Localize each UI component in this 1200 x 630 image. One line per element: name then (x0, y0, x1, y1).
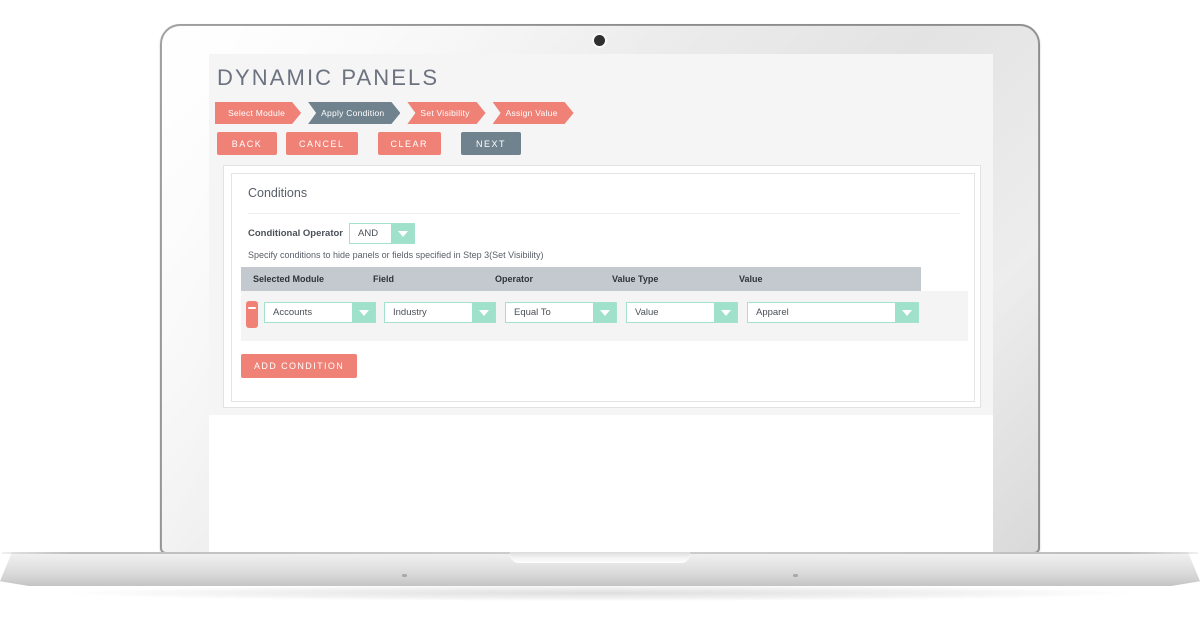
remove-condition-button[interactable] (246, 301, 258, 328)
action-button-row: BACK CANCEL CLEAR NEXT (217, 132, 530, 155)
column-header-value: Value (739, 274, 763, 284)
conditions-table-header: Selected Module Field Operator Value Typ… (241, 267, 921, 291)
selected-module-value: Accounts (273, 307, 313, 318)
divider (248, 213, 960, 214)
cancel-button[interactable]: CANCEL (286, 132, 358, 155)
laptop-mockup: DYNAMIC PANELS Select Module Apply Condi… (0, 0, 1200, 630)
value-type-select[interactable]: Value (626, 302, 738, 323)
column-header-value-type: Value Type (612, 274, 659, 284)
chevron-down-icon[interactable] (352, 303, 375, 322)
step-set-visibility[interactable]: Set Visibility (407, 102, 485, 124)
step-apply-condition[interactable]: Apply Condition (308, 102, 400, 124)
add-condition-button[interactable]: ADD CONDITION (241, 354, 358, 378)
page-title: DYNAMIC PANELS (217, 65, 440, 90)
value-type-value: Value (635, 307, 659, 318)
conditional-operator-row: Conditional Operator AND (248, 223, 415, 244)
field-select[interactable]: Industry (384, 302, 496, 323)
conditional-operator-value: AND (358, 228, 379, 239)
laptop-trackpad-notch (510, 552, 690, 563)
helper-text: Specify conditions to hide panels or fie… (248, 250, 544, 260)
back-button[interactable]: BACK (217, 132, 277, 155)
app-page: DYNAMIC PANELS Select Module Apply Condi… (209, 54, 993, 554)
laptop-foot-right (793, 574, 798, 577)
breadcrumb: Select Module Apply Condition Set Visibi… (215, 102, 581, 124)
conditional-operator-label: Conditional Operator (248, 228, 343, 239)
conditional-operator-select[interactable]: AND (349, 223, 415, 244)
chevron-down-icon[interactable] (472, 303, 495, 322)
column-header-operator: Operator (495, 274, 534, 284)
selected-module-select[interactable]: Accounts (264, 302, 376, 323)
laptop-base (0, 552, 1200, 588)
table-row: Accounts Industry Equal To Value Apparel (241, 291, 968, 341)
column-header-field: Field (373, 274, 395, 284)
conditions-card: Conditions Conditional Operator AND Spec… (231, 173, 975, 402)
step-assign-value[interactable]: Assign Value (493, 102, 574, 124)
chevron-down-icon[interactable] (391, 224, 414, 243)
value-select[interactable]: Apparel (747, 302, 919, 323)
operator-select[interactable]: Equal To (505, 302, 617, 323)
conditions-card-title: Conditions (248, 186, 308, 200)
step-label: Set Visibility (420, 108, 470, 118)
field-value: Industry (393, 307, 427, 318)
chevron-down-icon[interactable] (714, 303, 737, 322)
laptop-screen: DYNAMIC PANELS Select Module Apply Condi… (209, 54, 993, 554)
clear-button[interactable]: CLEAR (377, 132, 442, 155)
conditions-panel-outer: Conditions Conditional Operator AND Spec… (223, 165, 981, 408)
laptop-foot-left (402, 574, 407, 577)
value-value: Apparel (756, 307, 789, 318)
webcam-icon (594, 35, 605, 46)
next-button[interactable]: NEXT (461, 132, 522, 155)
step-select-module[interactable]: Select Module (215, 102, 301, 124)
column-header-selected-module: Selected Module (253, 274, 325, 284)
operator-value: Equal To (514, 307, 551, 318)
chevron-down-icon[interactable] (895, 303, 918, 322)
step-label: Apply Condition (321, 108, 385, 118)
step-label: Select Module (228, 108, 286, 118)
step-label: Assign Value (505, 108, 558, 118)
chevron-down-icon[interactable] (593, 303, 616, 322)
